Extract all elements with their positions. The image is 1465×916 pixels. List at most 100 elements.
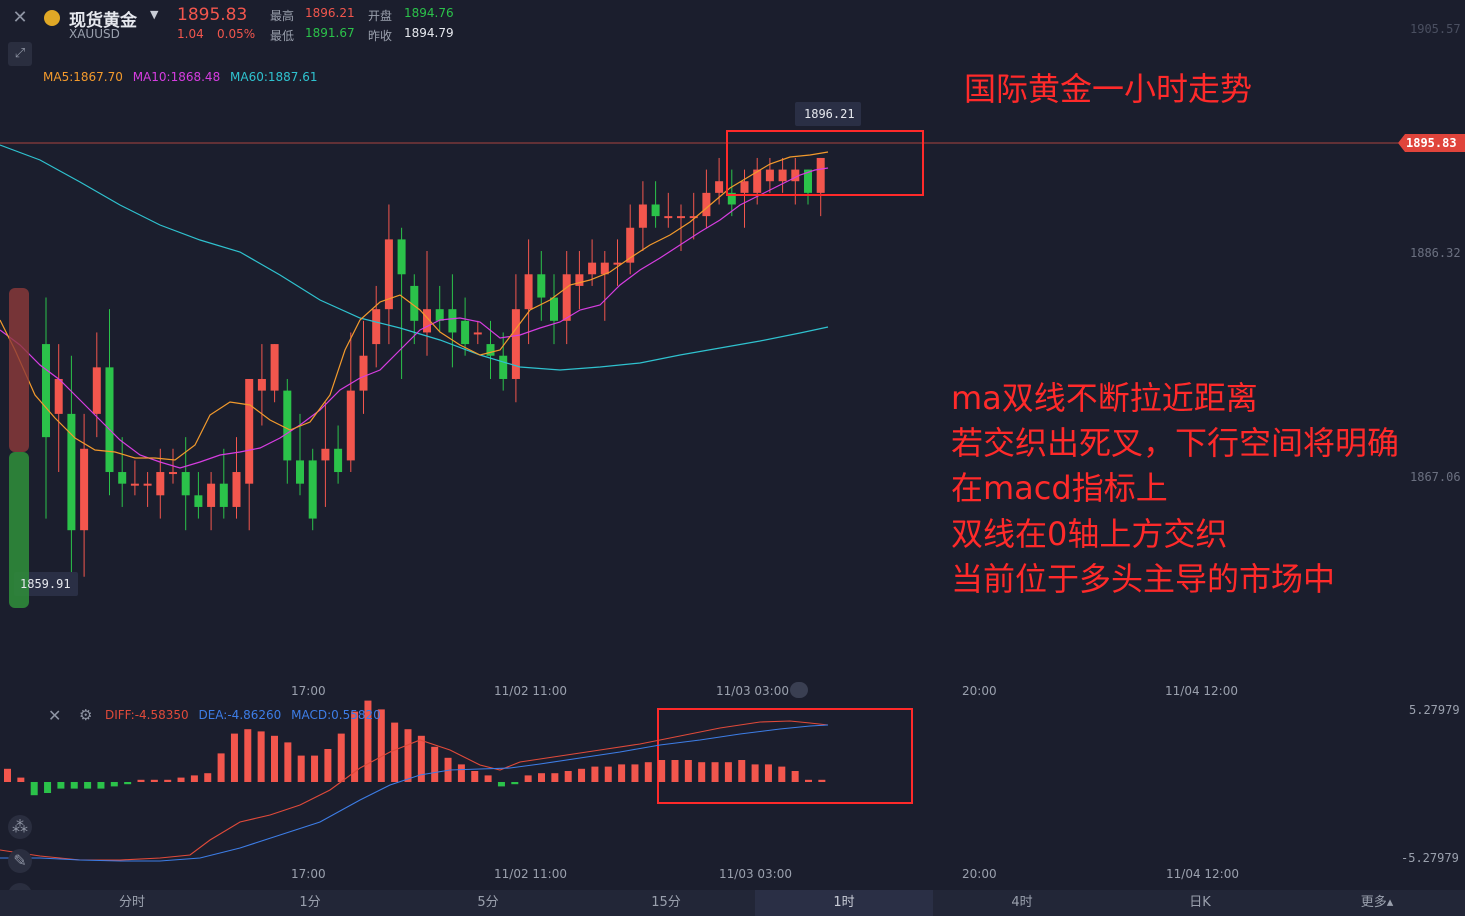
tf-5min[interactable]: 5分 <box>399 890 577 916</box>
macd-bar <box>110 782 118 787</box>
annotation-line-5: 当前位于多头主导的市场中 <box>951 560 1336 598</box>
macd-bar <box>404 729 412 782</box>
low-marker: 1859.91 <box>20 577 71 591</box>
time-cursor-handle[interactable] <box>790 682 808 698</box>
macd-bar <box>311 755 319 782</box>
candle-body <box>715 181 724 193</box>
macd-bar <box>658 760 666 782</box>
tf-daily[interactable]: 日K <box>1111 890 1289 916</box>
macd-bar <box>511 782 519 785</box>
macd-bar <box>497 782 505 787</box>
macd-bar <box>204 773 212 782</box>
candle-body <box>92 367 101 414</box>
macd-bar <box>271 735 278 782</box>
annotation-line-1: ma双线不断拉近距离 <box>951 379 1258 417</box>
tf-4hour[interactable]: 4时 <box>933 890 1111 916</box>
macd-bar <box>711 762 719 782</box>
macd-bar <box>57 782 65 789</box>
macd-bar <box>764 764 772 782</box>
candle-body <box>448 309 457 333</box>
macd-bar <box>604 766 612 782</box>
macd-bar <box>244 729 252 782</box>
candle-body <box>321 448 330 461</box>
indicator-icon[interactable]: ⁂ <box>8 815 32 839</box>
macd-bar <box>324 749 332 782</box>
macd-bar <box>591 766 599 782</box>
candle-body <box>537 274 546 298</box>
macd-bar <box>70 782 78 789</box>
macd-close-icon[interactable]: ✕ <box>48 706 61 725</box>
macd-bar <box>551 773 559 782</box>
macd-bar <box>484 775 492 782</box>
macd-bar <box>751 764 759 782</box>
tf-minute-line[interactable]: 分时 <box>43 890 221 916</box>
candle-body <box>397 239 406 275</box>
macd-bar <box>618 764 626 782</box>
macd-bar <box>84 782 92 789</box>
candle-body <box>283 390 292 461</box>
tf-15min[interactable]: 15分 <box>577 890 755 916</box>
macd-bar <box>698 762 706 782</box>
candle-body <box>511 309 520 379</box>
candle-body <box>207 483 216 507</box>
macd-bar <box>177 777 185 782</box>
candle-body <box>257 378 266 391</box>
dea-legend: DEA:-4.86260 <box>198 708 282 722</box>
candle-body <box>575 274 584 286</box>
tf-1hour[interactable]: 1时 <box>755 890 933 916</box>
candle-body <box>778 169 787 182</box>
candle-body <box>461 320 470 345</box>
macd-bar <box>97 782 105 789</box>
candle-body <box>473 332 482 335</box>
candle-body <box>232 472 241 507</box>
macd-settings-icon[interactable]: ⚙ <box>79 706 92 724</box>
candle-body <box>118 472 127 484</box>
macd-bar <box>471 771 479 782</box>
candle-body <box>588 262 597 275</box>
macd-bar <box>791 771 799 782</box>
macd-time-label-5: 11/04 12:00 <box>1166 867 1239 881</box>
macd-time-label-3: 11/03 03:00 <box>719 867 792 881</box>
macd-bar <box>337 733 345 782</box>
candle-body <box>359 355 368 391</box>
current-price-axis-value: 1895.83 <box>1406 136 1457 150</box>
macd-bar <box>284 742 292 782</box>
macd-bar <box>778 766 786 782</box>
candle-body <box>334 448 343 473</box>
candle-body <box>562 274 571 321</box>
macd-bar <box>391 722 399 782</box>
candle-body <box>638 204 647 228</box>
candle-body <box>765 169 774 182</box>
macd-axis-bottom: -5.27979 <box>1401 851 1459 865</box>
high-marker: 1896.21 <box>804 107 855 121</box>
macd-bar <box>297 755 305 782</box>
candle-body <box>54 378 63 414</box>
candle-body <box>664 216 673 219</box>
annotation-line-4: 双线在0轴上方交织 <box>951 515 1228 553</box>
macd-bar <box>164 779 172 782</box>
candle-body <box>296 460 304 484</box>
time-label-4: 20:00 <box>962 684 997 698</box>
candle-body <box>372 309 381 345</box>
candle-body <box>435 309 444 321</box>
candle-body <box>486 344 495 356</box>
macd-legend: DIFF:-4.58350 DEA:-4.86260 MACD:0.55820 <box>105 708 381 722</box>
annotation-line-2: 若交织出死叉，下行空间将明确 <box>951 424 1400 462</box>
draw-line-icon[interactable]: ✎ <box>8 849 32 873</box>
candle-body <box>677 216 685 219</box>
tf-more[interactable]: 更多▴ <box>1289 890 1465 916</box>
macd-bar <box>230 733 238 782</box>
time-label-5: 11/04 12:00 <box>1165 684 1238 698</box>
candle-body <box>156 472 165 496</box>
candle-body <box>270 344 279 391</box>
macd-value-legend: MACD:0.55820 <box>291 708 381 722</box>
macd-bar <box>17 777 25 782</box>
left-scale-red <box>9 288 29 452</box>
macd-bar <box>564 771 572 782</box>
macd-axis-top: 5.27979 <box>1409 703 1460 717</box>
tf-1min[interactable]: 1分 <box>221 890 399 916</box>
candle-body <box>740 181 749 193</box>
candle-body <box>524 274 533 310</box>
macd-bar <box>578 768 586 782</box>
macd-bar <box>671 760 679 782</box>
